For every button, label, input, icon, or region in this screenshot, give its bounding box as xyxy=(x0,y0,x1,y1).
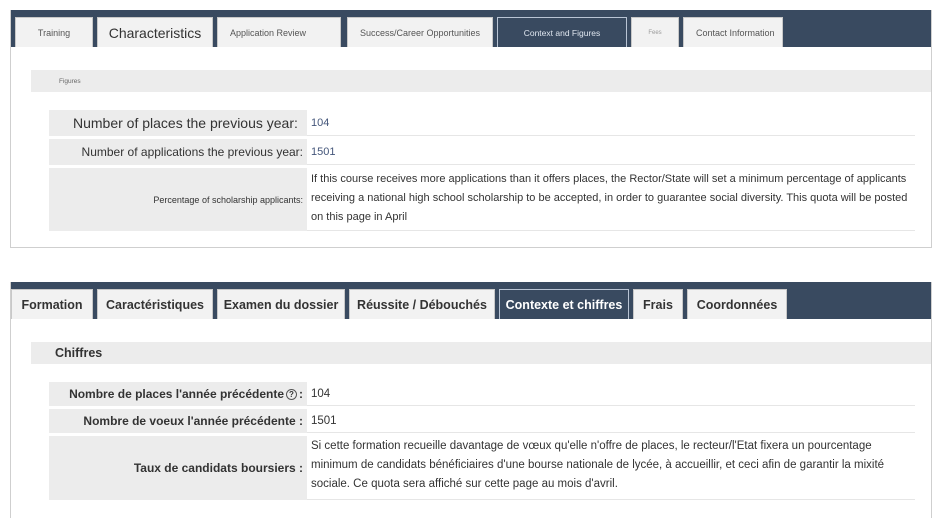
tab-label: Réussite / Débouchés xyxy=(357,297,487,312)
tab-success-career[interactable]: Success/Career Opportunities xyxy=(347,17,493,47)
tab-fees[interactable]: Fees xyxy=(631,17,679,47)
tab-label: Fees xyxy=(648,29,662,36)
tab-caracteristiques[interactable]: Caractéristiques xyxy=(97,289,213,319)
row-value: If this course receives more application… xyxy=(307,168,915,231)
row-value: 104 xyxy=(307,110,915,136)
row-label: Taux de candidats boursiers : xyxy=(49,436,307,500)
tab-context-figures[interactable]: Context and Figures xyxy=(497,17,627,47)
tab-application-review[interactable]: Application Review xyxy=(217,17,341,47)
tab-label: Caractéristiques xyxy=(106,297,204,312)
row-label: Percentage of scholarship applicants: xyxy=(49,168,307,231)
row-label: Number of places the previous year: xyxy=(49,110,307,136)
help-icon[interactable]: ? xyxy=(286,388,297,400)
info-row-scholarship: Percentage of scholarship applicants: If… xyxy=(49,168,915,231)
tab-label: Success/Career Opportunities xyxy=(360,27,481,38)
row-value: 104 xyxy=(307,382,915,406)
info-row-voeux: Nombre de voeux l'année précédente : 150… xyxy=(49,409,915,433)
row-label: Number of applications the previous year… xyxy=(49,139,307,165)
info-row-places: Number of places the previous year: 104 xyxy=(49,110,915,136)
row-value: 1501 xyxy=(307,409,915,433)
tab-formation[interactable]: Formation xyxy=(11,289,93,319)
row-value: Si cette formation recueille davantage d… xyxy=(307,436,915,500)
tab-label: Coordonnées xyxy=(696,297,778,312)
row-label-text: Nombre de places l'année précédente xyxy=(69,387,284,401)
tab-reussite-debouches[interactable]: Réussite / Débouchés xyxy=(349,289,495,319)
tab-label: Contact Information xyxy=(696,27,775,38)
tab-label: Examen du dossier xyxy=(223,297,339,312)
tab-label: Training xyxy=(37,27,71,38)
french-tab-bar: Formation Caractéristiques Examen du dos… xyxy=(11,282,931,319)
section-title: Chiffres xyxy=(31,342,931,364)
info-row-boursiers: Taux de candidats boursiers : Si cette f… xyxy=(49,436,915,500)
tab-examen-dossier[interactable]: Examen du dossier xyxy=(217,289,345,319)
tab-frais[interactable]: Frais xyxy=(633,289,683,319)
tab-label: Characteristics xyxy=(108,24,202,41)
tab-contact-information[interactable]: Contact Information xyxy=(683,17,783,47)
info-row-places: Nombre de places l'année précédente ? : … xyxy=(49,382,915,406)
row-label: Nombre de voeux l'année précédente : xyxy=(49,409,307,433)
tab-label: Formation xyxy=(21,297,83,312)
row-label-suffix: : xyxy=(299,387,303,401)
french-panel: Formation Caractéristiques Examen du dos… xyxy=(10,282,932,518)
tab-characteristics[interactable]: Characteristics xyxy=(97,17,213,47)
tab-label: Frais xyxy=(643,297,673,312)
section-title: Figures xyxy=(31,70,931,92)
info-row-applications: Number of applications the previous year… xyxy=(49,139,915,165)
row-value: 1501 xyxy=(307,139,915,165)
tab-training[interactable]: Training xyxy=(15,17,93,47)
tab-contexte-chiffres[interactable]: Contexte et chiffres xyxy=(499,289,629,319)
english-tab-bar: Training Characteristics Application Rev… xyxy=(11,10,931,47)
tab-label: Contexte et chiffres xyxy=(505,297,623,312)
english-panel: Training Characteristics Application Rev… xyxy=(10,10,932,248)
tab-label: Context and Figures xyxy=(523,27,601,38)
row-label: Nombre de places l'année précédente ? : xyxy=(49,382,307,406)
tab-label: Application Review xyxy=(230,27,307,38)
tab-coordonnees[interactable]: Coordonnées xyxy=(687,289,787,319)
